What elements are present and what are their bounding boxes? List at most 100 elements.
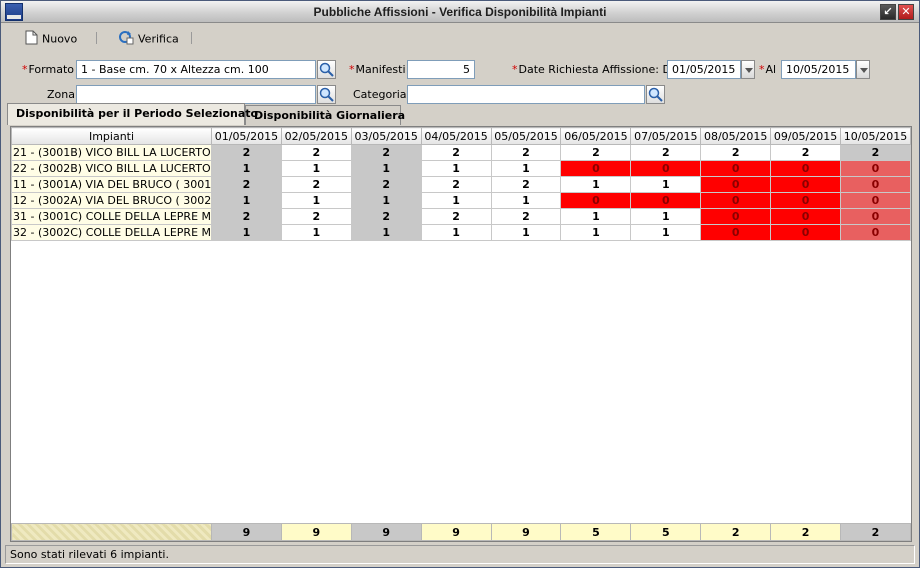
date-from-field[interactable]: 01/05/2015	[667, 60, 741, 79]
impianto-name-cell[interactable]: 31 - (3001C) COLLE DELLA LEPRE MARZO	[11, 208, 212, 225]
impianto-name-cell[interactable]: 22 - (3002B) VICO BILL LA LUCERTOLA (	[11, 160, 212, 177]
impianto-name-cell[interactable]: 12 - (3002A) VIA DEL BRUCO ( 3002 - 1 S	[11, 192, 212, 209]
availability-cell[interactable]: 0	[840, 160, 911, 177]
column-header-date[interactable]: 05/05/2015	[490, 127, 562, 145]
new-button[interactable]: Nuovo	[25, 30, 77, 48]
availability-cell[interactable]: 1	[560, 224, 632, 241]
availability-cell[interactable]: 1	[490, 192, 562, 209]
availability-cell[interactable]: 0	[840, 176, 911, 193]
availability-cell[interactable]: 1	[350, 192, 422, 209]
availability-cell[interactable]: 2	[420, 176, 492, 193]
availability-cell[interactable]: 0	[700, 208, 772, 225]
availability-cell[interactable]: 2	[350, 208, 422, 225]
availability-cell[interactable]: 2	[420, 208, 492, 225]
availability-cell[interactable]: 1	[350, 160, 422, 177]
table-row[interactable]: 22 - (3002B) VICO BILL LA LUCERTOLA (1 1 1…	[11, 160, 911, 177]
availability-cell[interactable]: 0	[560, 192, 632, 209]
close-button[interactable]: ✕	[898, 4, 914, 20]
tab-period-availability[interactable]: Disponibilità per il Periodo Selezionato	[7, 103, 258, 125]
column-header-date[interactable]: 01/05/2015	[211, 127, 282, 145]
availability-cell[interactable]: 1	[420, 224, 492, 241]
column-header-date[interactable]: 07/05/2015	[630, 127, 702, 145]
column-header-date[interactable]: 02/05/2015	[280, 127, 352, 145]
tab-daily-availability[interactable]: Disponibilità Giornaliera	[245, 105, 405, 125]
availability-cell[interactable]: 2	[560, 144, 632, 161]
table-row[interactable]: 21 - (3001B) VICO BILL LA LUCERTOLA (2 2 2…	[11, 144, 911, 161]
column-header-date[interactable]: 08/05/2015	[700, 127, 772, 145]
impianto-name-cell[interactable]: 11 - (3001A) VIA DEL BRUCO ( 3001 - 2 S	[11, 176, 212, 193]
availability-cell[interactable]: 0	[770, 176, 842, 193]
availability-cell[interactable]: 1	[490, 224, 562, 241]
availability-cell[interactable]: 1	[560, 208, 632, 225]
availability-cell[interactable]: 2	[490, 144, 562, 161]
manifesti-field[interactable]: 5	[407, 60, 475, 79]
availability-cell[interactable]: 0	[700, 192, 772, 209]
column-header-date[interactable]: 04/05/2015	[420, 127, 492, 145]
availability-cell[interactable]: 0	[840, 224, 911, 241]
impianto-name-cell[interactable]: 32 - (3002C) COLLE DELLA LEPRE MARZO	[11, 224, 212, 241]
availability-cell[interactable]: 1	[420, 160, 492, 177]
column-header-impianti[interactable]: Impianti	[11, 127, 212, 145]
date-to-dropdown[interactable]	[856, 60, 870, 79]
availability-cell[interactable]: 2	[490, 176, 562, 193]
availability-cell[interactable]: 2	[490, 208, 562, 225]
availability-cell[interactable]: 0	[630, 160, 702, 177]
availability-cell[interactable]: 0	[700, 176, 772, 193]
availability-cell[interactable]: 1	[211, 192, 282, 209]
formato-lookup-button[interactable]	[317, 60, 336, 79]
availability-cell[interactable]: 1	[350, 224, 422, 241]
availability-cell[interactable]: 1	[280, 192, 352, 209]
availability-cell[interactable]: 2	[211, 144, 282, 161]
table-row[interactable]: 11 - (3001A) VIA DEL BRUCO ( 3001 - 2 S2…	[11, 176, 911, 193]
table-row[interactable]: 12 - (3002A) VIA DEL BRUCO ( 3002 - 1 S1…	[11, 192, 911, 209]
availability-cell[interactable]: 0	[560, 160, 632, 177]
column-header-date[interactable]: 06/05/2015	[560, 127, 632, 145]
availability-cell[interactable]: 1	[280, 224, 352, 241]
availability-cell[interactable]: 2	[280, 176, 352, 193]
zona-field[interactable]	[76, 85, 316, 104]
categoria-lookup-button[interactable]	[646, 85, 665, 104]
table-row[interactable]: 32 - (3002C) COLLE DELLA LEPRE MARZO1111…	[11, 224, 911, 241]
availability-cell[interactable]: 2	[350, 144, 422, 161]
table-row[interactable]: 31 - (3001C) COLLE DELLA LEPRE MARZO2222…	[11, 208, 911, 225]
date-to-field[interactable]: 10/05/2015	[781, 60, 856, 79]
zona-lookup-button[interactable]	[317, 85, 336, 104]
formato-field[interactable]: 1 - Base cm. 70 x Altezza cm. 100	[76, 60, 316, 79]
availability-cell[interactable]: 0	[840, 192, 911, 209]
availability-cell[interactable]: 1	[630, 176, 702, 193]
availability-cell[interactable]: 0	[700, 160, 772, 177]
availability-cell[interactable]: 2	[700, 144, 772, 161]
availability-cell[interactable]: 2	[211, 176, 282, 193]
availability-cell[interactable]: 2	[630, 144, 702, 161]
availability-cell[interactable]: 0	[630, 192, 702, 209]
availability-cell[interactable]: 1	[211, 224, 282, 241]
restore-button[interactable]: ↙	[880, 4, 896, 20]
availability-cell[interactable]: 0	[770, 192, 842, 209]
impianto-name-cell[interactable]: 21 - (3001B) VICO BILL LA LUCERTOLA (	[11, 144, 212, 161]
availability-cell[interactable]: 0	[700, 224, 772, 241]
availability-cell[interactable]: 1	[560, 176, 632, 193]
availability-cell[interactable]: 2	[280, 208, 352, 225]
availability-cell[interactable]: 1	[211, 160, 282, 177]
availability-cell[interactable]: 1	[630, 224, 702, 241]
categoria-field[interactable]	[407, 85, 645, 104]
availability-cell[interactable]: 2	[350, 176, 422, 193]
availability-cell[interactable]: 1	[420, 192, 492, 209]
availability-cell[interactable]: 1	[280, 160, 352, 177]
availability-cell[interactable]: 2	[211, 208, 282, 225]
availability-cell[interactable]: 0	[770, 160, 842, 177]
availability-cell[interactable]: 1	[630, 208, 702, 225]
availability-cell[interactable]: 0	[770, 224, 842, 241]
date-from-dropdown[interactable]	[741, 60, 755, 79]
availability-cell[interactable]: 0	[770, 208, 842, 225]
column-header-date[interactable]: 03/05/2015	[350, 127, 422, 145]
availability-cell[interactable]: 2	[840, 144, 911, 161]
availability-cell[interactable]: 2	[770, 144, 842, 161]
availability-cell[interactable]: 2	[420, 144, 492, 161]
column-header-date[interactable]: 09/05/2015	[770, 127, 842, 145]
availability-cell[interactable]: 1	[490, 160, 562, 177]
column-header-date[interactable]: 10/05/2015	[840, 127, 911, 145]
availability-cell[interactable]: 0	[840, 208, 911, 225]
availability-cell[interactable]: 2	[280, 144, 352, 161]
check-button[interactable]: Verifica	[118, 30, 179, 48]
